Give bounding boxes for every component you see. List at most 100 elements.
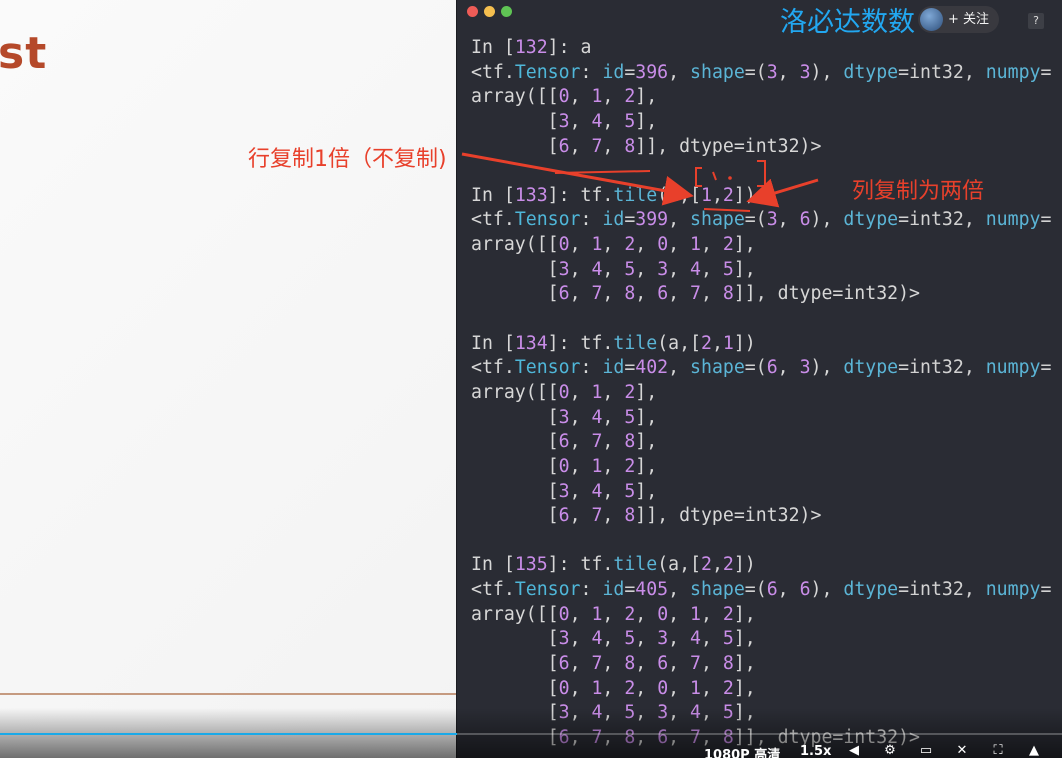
code-token: , (668, 234, 691, 256)
volume-icon[interactable]: ◀ (846, 744, 862, 758)
code-token: = (1040, 579, 1052, 601)
code-token: 7 (690, 653, 701, 675)
code-token: ], (635, 86, 658, 108)
code-token: numpy (985, 209, 1041, 231)
code-token: 5 (722, 628, 734, 650)
code-token: 402 (635, 357, 669, 379)
code-token: ]) (733, 332, 756, 354)
code-token: , (602, 480, 625, 502)
code-token: , (635, 628, 658, 650)
code-token: ], (733, 628, 756, 650)
code-token: , (569, 653, 592, 675)
follow-button[interactable]: + 关注 (918, 6, 1000, 33)
code-token: ]) (733, 554, 756, 576)
code-token: id (602, 61, 625, 83)
code-token: , (711, 184, 723, 206)
terminal-line: [6, 7, 8, 6, 7, 8]], dtype=int32)> (471, 282, 1051, 307)
code-token: (a,[ (657, 184, 701, 206)
code-token: , (701, 283, 723, 305)
progress-bar[interactable] (0, 733, 1062, 735)
terminal-line: In [134]: tf.tile(a,[2,1]) (471, 332, 1051, 357)
terminal-line: [3, 4, 5], (471, 480, 1051, 505)
code-token: , (635, 234, 658, 256)
code-token: , (569, 234, 592, 256)
code-token: = (624, 357, 636, 379)
terminal-line: [6, 7, 8]], dtype=int32)> (471, 504, 1051, 529)
code-token: , (602, 135, 625, 157)
code-token: 3 (657, 628, 669, 650)
code-token: , (777, 357, 800, 379)
code-token: . (503, 579, 515, 601)
code-token: , (569, 258, 592, 280)
code-token: tile (613, 184, 658, 206)
code-token: 2 (701, 554, 712, 576)
settings-icon[interactable]: ⚙ (882, 744, 898, 758)
minimize-dot-icon[interactable] (484, 6, 495, 17)
code-token: 6 (558, 431, 570, 453)
code-token: , (569, 677, 592, 699)
code-token: , (635, 653, 658, 675)
terminal-line: <tf.Tensor: id=396, shape=(3, 3), dtype=… (471, 61, 1051, 86)
code-token: 8 (624, 505, 636, 527)
terminal-line: array([[0, 1, 2], (471, 85, 1051, 110)
help-icon[interactable]: ? (1028, 13, 1044, 29)
code-token: , (569, 86, 592, 108)
terminal-line: [0, 1, 2], (471, 455, 1051, 480)
code-token: In [ (471, 184, 515, 206)
code-token: . (503, 357, 515, 379)
code-token: [ (471, 135, 559, 157)
code-token: , (569, 505, 592, 527)
slide-title-fragment: st (0, 28, 48, 79)
code-token: 3 (799, 357, 811, 379)
quality-button[interactable]: 1080P 高清 (704, 744, 780, 763)
terminal-line: array([[0, 1, 2, 0, 1, 2], (471, 603, 1051, 628)
terminal-line: [6, 7, 8, 6, 7, 8], (471, 652, 1051, 677)
fullscreen-web-icon[interactable]: ⛶ (990, 744, 1006, 758)
code-token: 5 (624, 628, 636, 650)
code-token: tf (481, 357, 504, 379)
danmaku-icon[interactable]: ▭ (918, 744, 934, 758)
terminal-window[interactable]: In [132]: a <tf.Tensor: id=396, shape=(3,… (456, 0, 1062, 758)
code-token: < (471, 61, 482, 83)
code-token: array([[ (471, 603, 559, 625)
code-token: , (569, 455, 592, 477)
code-token: [ (471, 505, 559, 527)
code-token: tile (613, 332, 658, 354)
ipython-output: In [132]: a <tf.Tensor: id=396, shape=(3,… (471, 36, 1051, 751)
code-token: , (701, 653, 723, 675)
code-token: 3 (766, 61, 778, 83)
fullscreen-icon[interactable]: ▲ (1026, 744, 1042, 758)
code-token: 6 (558, 505, 570, 527)
code-token: , (602, 677, 625, 699)
speed-button[interactable]: 1.5x (800, 744, 831, 759)
code-token: 1 (591, 234, 603, 256)
code-token: 405 (635, 579, 669, 601)
zoom-dot-icon[interactable] (501, 6, 512, 17)
code-token: numpy (985, 357, 1041, 379)
code-token: ), (810, 209, 844, 231)
code-token: 4 (591, 480, 603, 502)
code-token: , (602, 455, 625, 477)
code-token: ]: tf. (547, 184, 614, 206)
code-token: 0 (657, 234, 669, 256)
code-token: , (777, 579, 800, 601)
close-dot-icon[interactable] (467, 6, 478, 17)
code-token: 1 (591, 86, 603, 108)
code-token: tf (481, 209, 504, 231)
code-token: , (668, 209, 691, 231)
code-token: =( (744, 61, 767, 83)
code-token: 7 (690, 283, 701, 305)
terminal-line: [6, 7, 8]], dtype=int32)> (471, 135, 1051, 160)
code-token: 0 (558, 86, 570, 108)
code-token: 3 (558, 258, 570, 280)
close-danmaku-icon[interactable]: ✕ (954, 744, 970, 758)
code-token: 0 (657, 677, 669, 699)
code-token: 8 (722, 653, 734, 675)
code-token: 8 (722, 283, 734, 305)
code-token: ], (635, 381, 658, 403)
terminal-line: [3, 4, 5], (471, 110, 1051, 135)
code-token: . (503, 61, 515, 83)
code-token: 399 (635, 209, 669, 231)
code-token: 6 (657, 653, 669, 675)
code-token: 6 (558, 283, 570, 305)
